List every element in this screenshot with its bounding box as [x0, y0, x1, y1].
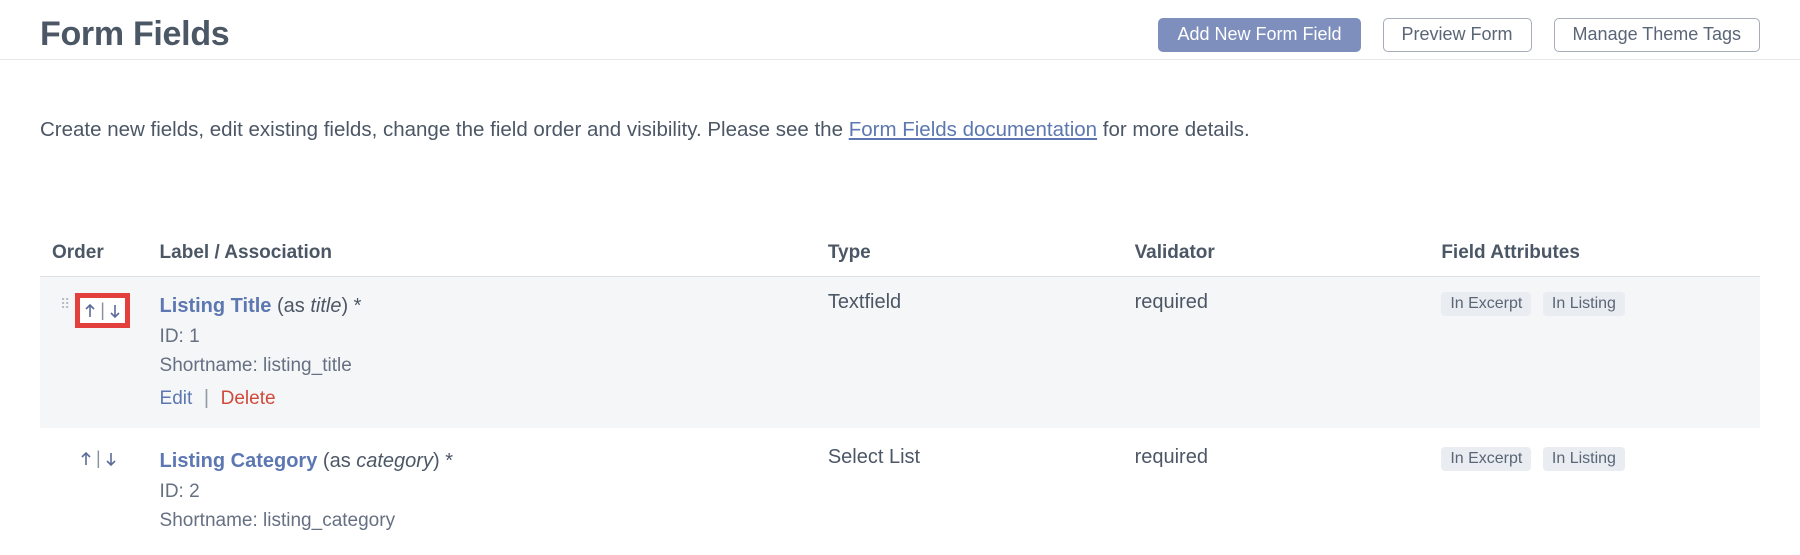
th-label: Label / Association: [150, 232, 818, 277]
shortname-prefix: Shortname:: [160, 510, 264, 531]
move-down-icon[interactable]: [109, 300, 121, 321]
table-row: ⠿ | Listing Ti: [40, 277, 1760, 428]
validator-value: required: [1135, 446, 1208, 468]
shortname-value: listing_category: [263, 510, 395, 531]
actions-separator: |: [198, 387, 215, 409]
drag-handle-icon[interactable]: ⠿: [60, 293, 69, 313]
validator-value: required: [1135, 291, 1208, 313]
intro-text: Create new fields, edit existing fields,…: [40, 118, 1760, 142]
page-title: Form Fields: [40, 15, 229, 54]
delete-link[interactable]: Delete: [221, 388, 276, 409]
order-controls: |: [80, 448, 117, 469]
field-title-link[interactable]: Listing Title: [160, 295, 272, 317]
docs-link[interactable]: Form Fields documentation: [849, 118, 1097, 141]
attr-badge: In Listing: [1543, 292, 1625, 316]
header-buttons: Add New Form Field Preview Form Manage T…: [1158, 18, 1760, 52]
shortname-prefix: Shortname:: [160, 355, 264, 376]
th-order: Order: [40, 232, 150, 277]
id-value: 2: [189, 481, 200, 502]
assoc-suffix: ): [433, 450, 445, 472]
preview-form-button[interactable]: Preview Form: [1383, 18, 1532, 52]
shortname-value: listing_title: [263, 355, 352, 376]
required-star: *: [354, 295, 362, 317]
attr-badge: In Listing: [1543, 447, 1625, 471]
id-prefix: ID:: [160, 481, 190, 502]
move-down-icon[interactable]: [105, 448, 117, 469]
th-validator: Validator: [1125, 232, 1432, 277]
assoc-prefix: (as: [277, 295, 310, 317]
attr-badge: In Excerpt: [1441, 292, 1531, 316]
order-controls: |: [75, 293, 130, 328]
edit-link[interactable]: Edit: [160, 388, 193, 409]
assoc-name: title: [310, 295, 341, 317]
assoc-prefix: (as: [323, 450, 356, 472]
assoc-name: category: [356, 450, 433, 472]
attr-badge: In Excerpt: [1441, 447, 1531, 471]
manage-theme-tags-button[interactable]: Manage Theme Tags: [1554, 18, 1760, 52]
table-row: | Listing Category (as category) * ID: 2…: [40, 428, 1760, 546]
id-prefix: ID:: [160, 326, 190, 347]
add-field-button[interactable]: Add New Form Field: [1158, 18, 1360, 52]
th-type: Type: [818, 232, 1125, 277]
move-up-icon[interactable]: [80, 448, 92, 469]
field-title-link[interactable]: Listing Category: [160, 450, 318, 472]
order-separator: |: [96, 448, 101, 469]
fields-table: Order Label / Association Type Validator…: [40, 232, 1760, 546]
order-separator: |: [100, 300, 105, 321]
th-attr: Field Attributes: [1431, 232, 1760, 277]
id-value: 1: [189, 326, 200, 347]
assoc-suffix: ): [341, 295, 353, 317]
type-value: Textfield: [828, 291, 901, 313]
type-value: Select List: [828, 446, 920, 468]
move-up-icon[interactable]: [84, 300, 96, 321]
required-star: *: [445, 450, 453, 472]
